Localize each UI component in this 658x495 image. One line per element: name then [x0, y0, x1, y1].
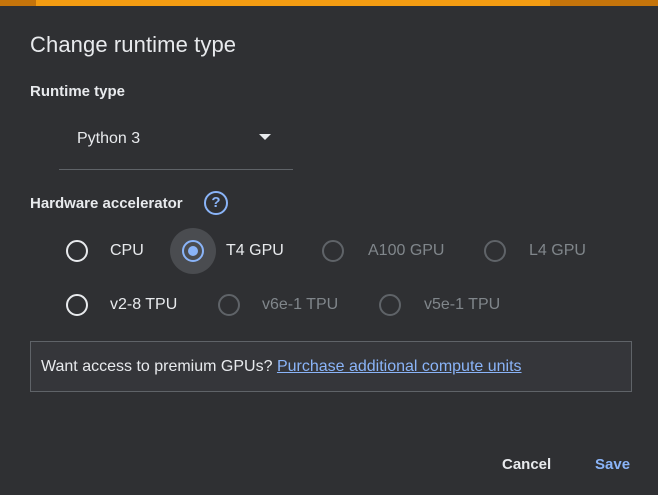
progress-accent-bar	[0, 0, 658, 6]
hardware-accelerator-label: Hardware accelerator	[30, 195, 183, 212]
radio-button-a100-gpu	[322, 240, 344, 262]
radio-cpu[interactable]: CPU	[64, 229, 154, 273]
radio-label-a100-gpu: A100 GPU	[368, 242, 445, 259]
radio-l4-gpu: L4 GPU	[484, 229, 594, 273]
radio-button-v2-8-tpu[interactable]	[66, 294, 88, 316]
radio-label-l4-gpu: L4 GPU	[529, 242, 586, 259]
cancel-button[interactable]: Cancel	[502, 456, 551, 473]
radio-label-t4-gpu: T4 GPU	[226, 242, 284, 259]
dialog-title: Change runtime type	[30, 32, 237, 57]
premium-gpu-promo: Want access to premium GPUs? Purchase ad…	[30, 341, 632, 392]
radio-label-v5e-1-tpu: v5e-1 TPU	[424, 296, 501, 313]
radio-label-v2-8-tpu: v2-8 TPU	[110, 296, 178, 313]
chevron-down-icon	[259, 134, 271, 140]
radio-label-v6e-1-tpu: v6e-1 TPU	[262, 296, 339, 313]
radio-label-cpu: CPU	[110, 242, 144, 259]
radio-button-t4-gpu[interactable]	[182, 240, 204, 262]
radio-v2-8-tpu[interactable]: v2-8 TPU	[64, 283, 194, 327]
radio-v6e-1-tpu: v6e-1 TPU	[218, 283, 348, 327]
radio-v5e-1-tpu: v5e-1 TPU	[379, 283, 509, 327]
radio-t4-gpu[interactable]: T4 GPU	[170, 228, 300, 274]
radio-selected-dot	[188, 246, 198, 256]
radio-a100-gpu: A100 GPU	[322, 229, 452, 273]
runtime-type-value: Python 3	[77, 130, 141, 147]
runtime-type-select[interactable]: Python 3	[59, 118, 293, 170]
change-runtime-dialog: Change runtime type Runtime type Python …	[0, 0, 658, 495]
save-button[interactable]: Save	[595, 456, 630, 473]
runtime-type-label: Runtime type	[30, 83, 126, 100]
promo-text: Want access to premium GPUs?	[41, 358, 273, 375]
radio-button-v6e-1-tpu	[218, 294, 240, 316]
radio-button-l4-gpu	[484, 240, 506, 262]
purchase-compute-units-link[interactable]: Purchase additional compute units	[277, 358, 522, 375]
help-icon[interactable]: ?	[204, 191, 228, 215]
radio-button-v5e-1-tpu	[379, 294, 401, 316]
radio-button-cpu[interactable]	[66, 240, 88, 262]
